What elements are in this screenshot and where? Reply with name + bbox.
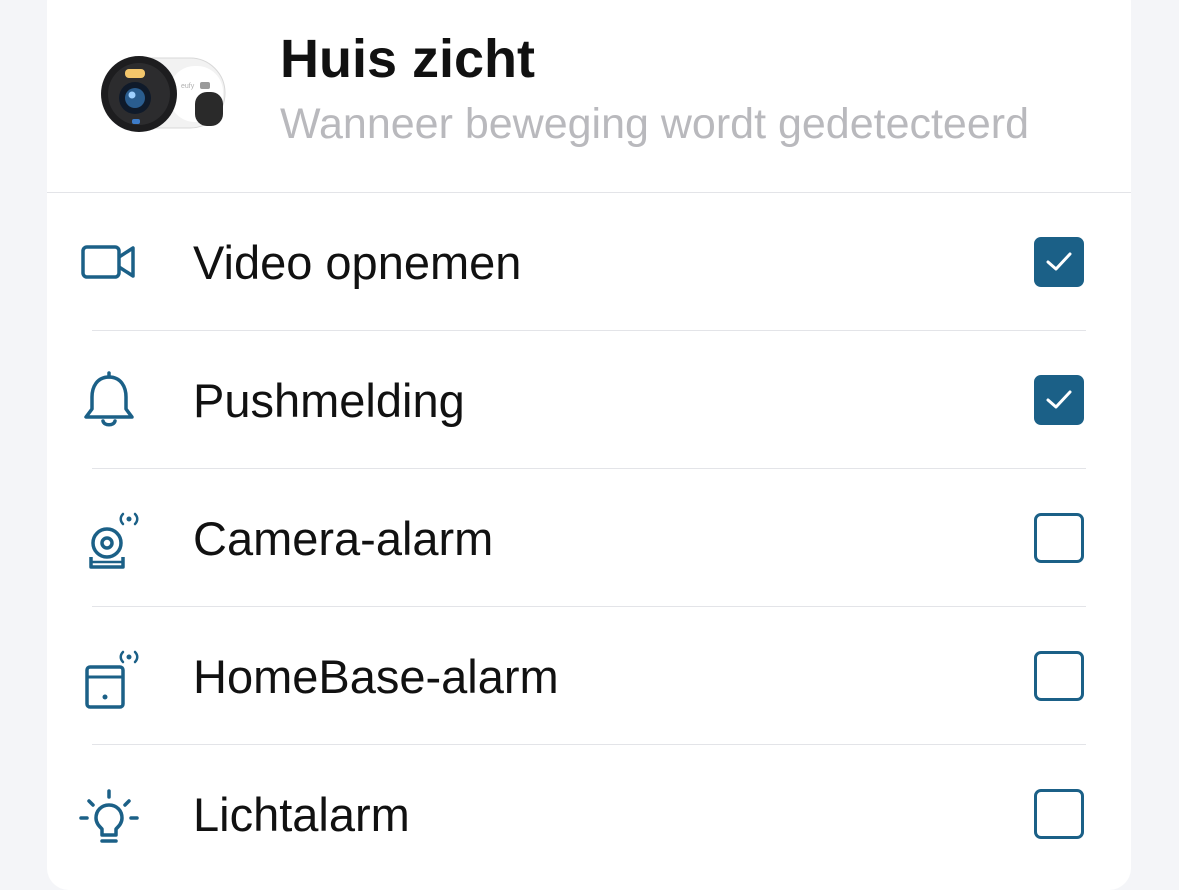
page-subtitle: Wanneer beweging wordt gedetecteerd xyxy=(280,100,1029,148)
check-icon xyxy=(1046,252,1072,271)
action-row-light-alarm[interactable]: Lichtalarm xyxy=(47,745,1131,883)
push-checkbox[interactable] xyxy=(1034,375,1084,425)
light-alarm-checkbox[interactable] xyxy=(1034,789,1084,839)
action-row-homebase-alarm[interactable]: HomeBase-alarm xyxy=(47,607,1131,745)
device-header: eufy Huis zicht Wanneer beweging wordt g… xyxy=(47,0,1131,193)
light-bulb-icon xyxy=(79,789,139,843)
camera-alarm-icon xyxy=(89,512,139,569)
homebase-alarm-checkbox[interactable] xyxy=(1034,651,1084,701)
camera-alarm-checkbox[interactable] xyxy=(1034,513,1084,563)
video-checkbox[interactable] xyxy=(1034,237,1084,287)
check-icon xyxy=(1046,390,1072,409)
action-label: Video opnemen xyxy=(193,236,522,289)
page-title: Huis zicht xyxy=(280,29,536,89)
action-row-camera-alarm[interactable]: Camera-alarm xyxy=(47,469,1131,607)
action-row-video[interactable]: Video opnemen xyxy=(47,193,1131,331)
svg-text:eufy: eufy xyxy=(181,83,195,90)
action-label: Camera-alarm xyxy=(193,512,494,565)
video-camera-icon xyxy=(81,245,135,279)
outdoor-camera-image: eufy xyxy=(101,56,226,132)
action-row-push[interactable]: Pushmelding xyxy=(47,331,1131,469)
bell-icon xyxy=(84,371,134,427)
action-label: HomeBase-alarm xyxy=(193,650,559,703)
action-label: Lichtalarm xyxy=(193,788,410,841)
homebase-alarm-icon xyxy=(85,650,139,709)
action-label: Pushmelding xyxy=(193,374,465,427)
